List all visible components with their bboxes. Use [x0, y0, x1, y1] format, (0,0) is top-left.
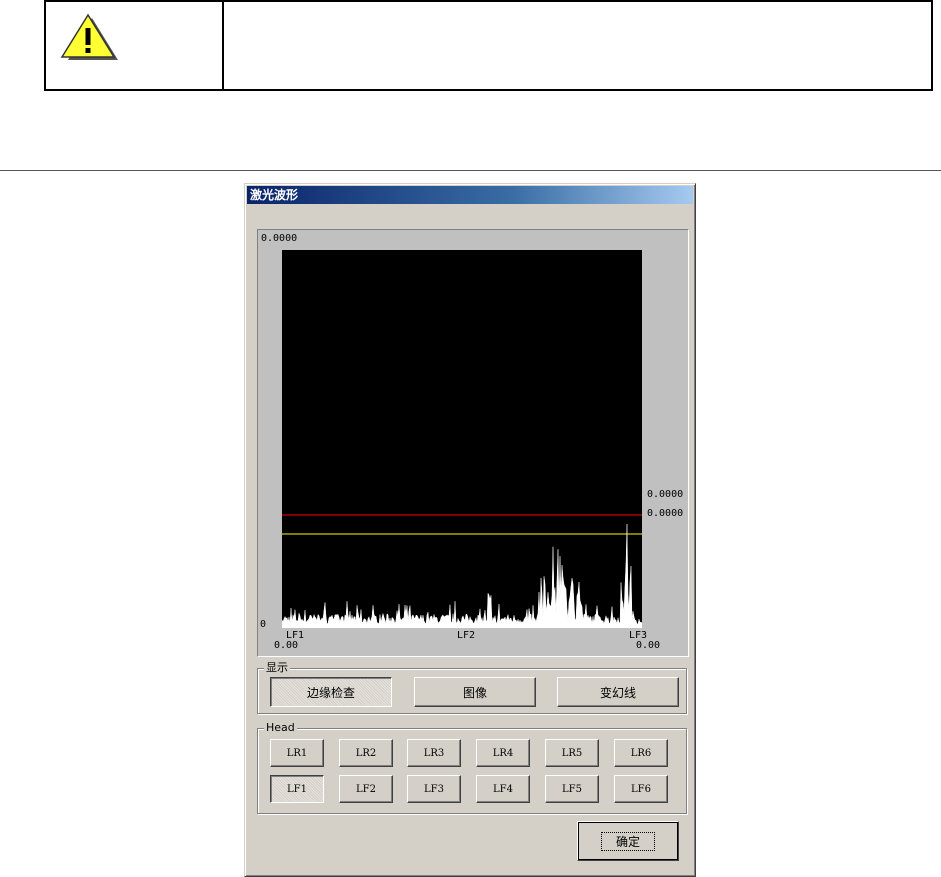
signal-waveform	[282, 523, 642, 628]
head-button-lr2[interactable]: LR2	[339, 739, 393, 767]
waveform-plot	[282, 250, 642, 628]
red-threshold-label: 0.0000	[647, 489, 684, 500]
head-button-lf6[interactable]: LF6	[614, 775, 668, 803]
transform-line-button[interactable]: 变幻线	[557, 677, 679, 707]
y-top-label: 0.0000	[261, 233, 298, 244]
head-button-lf1[interactable]: LF1	[270, 775, 324, 803]
horizontal-rule	[0, 170, 941, 171]
x-right-value: 0.00	[636, 640, 661, 651]
head-button-lf4[interactable]: LF4	[476, 775, 530, 803]
head-button-lr1[interactable]: LR1	[270, 739, 324, 767]
warning-note-box	[44, 0, 933, 91]
display-group: 显示 边缘检查 图像 变幻线	[257, 661, 687, 714]
waveform-graph-panel: 0.0000 0 0.0000 0.0000 LF1 LF2 LF3 0.00 …	[257, 229, 689, 657]
dialog-title[interactable]: 激光波形	[247, 186, 693, 204]
laser-waveform-dialog: 激光波形 0.0000 0 0.0000 0.0000 LF1 LF2 LF3 …	[244, 183, 696, 877]
y-zero-label: 0	[260, 619, 267, 630]
x-label-lf2: LF2	[457, 630, 476, 641]
x-left-value: 0.00	[274, 640, 299, 651]
head-button-lf2[interactable]: LF2	[339, 775, 393, 803]
display-group-legend: 显示	[264, 661, 290, 675]
head-group-legend: Head	[264, 721, 297, 735]
note-divider	[222, 2, 224, 89]
head-button-lr6[interactable]: LR6	[614, 739, 668, 767]
head-button-lf5[interactable]: LF5	[545, 775, 599, 803]
head-button-lr4[interactable]: LR4	[476, 739, 530, 767]
head-group: Head LR1 LR2 LR3 LR4 LR5 LR6 LF1 LF2 LF3…	[257, 721, 687, 814]
image-button[interactable]: 图像	[414, 677, 536, 707]
yellow-threshold-label: 0.0000	[647, 508, 684, 519]
head-button-lr3[interactable]: LR3	[407, 739, 461, 767]
waveform-svg	[282, 514, 642, 628]
edge-check-button[interactable]: 边缘检查	[270, 677, 392, 707]
warning-icon	[60, 13, 118, 60]
ok-button-label: 确定	[600, 831, 655, 851]
ok-button[interactable]: 确定	[577, 821, 679, 861]
head-button-lr5[interactable]: LR5	[545, 739, 599, 767]
head-button-lf3[interactable]: LF3	[407, 775, 461, 803]
